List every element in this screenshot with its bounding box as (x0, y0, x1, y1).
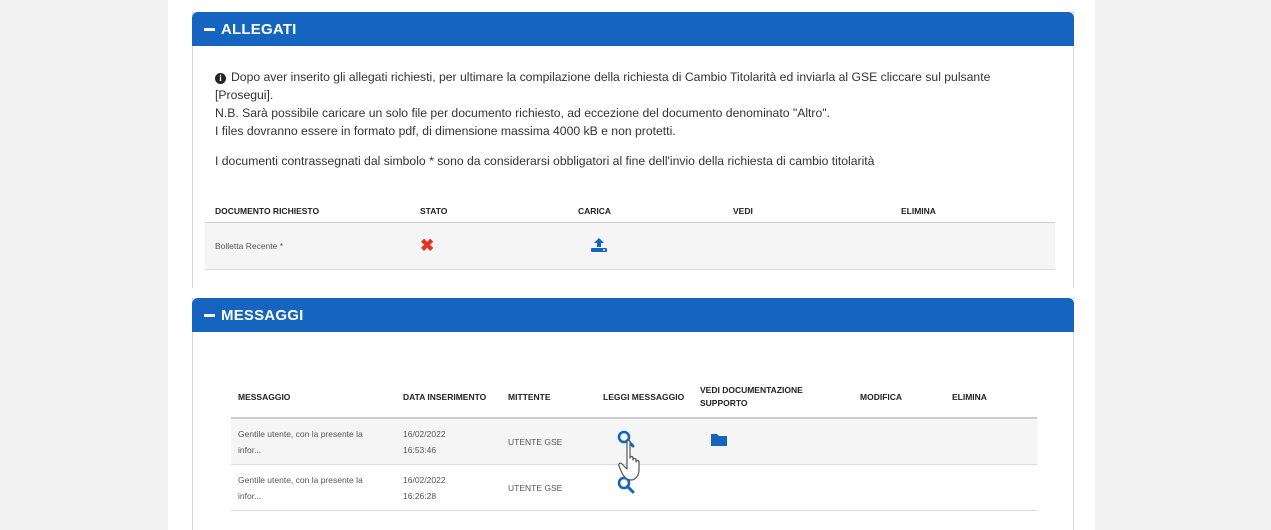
col-carica: CARICA (568, 200, 723, 223)
col-mittente: MITTENTE (501, 377, 596, 419)
data-inserimento: 16/02/2022 16:53:46 (396, 418, 501, 465)
documento-name: Bolletta Recente * (205, 222, 410, 270)
allegati-info: i Dopo aver inserito gli allegati richies… (193, 46, 1073, 170)
info-text-4: I files dovranno essere in formato pdf, … (215, 124, 676, 138)
table-header-row: MESSAGGIO DATA INSERIMENTO MITTENTE LEGG… (231, 377, 1037, 419)
allegati-header[interactable]: ALLEGATI (192, 12, 1074, 46)
col-data-inserimento: DATA INSERIMENTO (396, 377, 501, 419)
hand-cursor-icon (618, 439, 640, 481)
col-leggi-messaggio: LEGGI MESSAGGIO (596, 377, 693, 419)
documents-table: DOCUMENTO RICHIESTO STATO CARICA VEDI EL… (205, 200, 1055, 270)
messaggio-text: Gentile utente, con la presente la infor… (231, 418, 396, 465)
allegati-title: ALLEGATI (221, 20, 297, 38)
messaggi-panel: MESSAGGI MESSAGGIO DATA INSERIMENTO MITT… (192, 298, 1074, 530)
allegati-panel: ALLEGATI i Dopo aver inserito gli allegat… (192, 12, 1074, 288)
col-messaggio: MESSAGGIO (231, 377, 396, 419)
messaggi-header[interactable]: MESSAGGI (192, 298, 1074, 332)
col-vedi-documentazione: VEDI DOCUMENTAZIONE SUPPORTO (693, 377, 853, 419)
collapse-icon[interactable] (204, 313, 215, 317)
info-text-2: [Prosegui]. (215, 88, 274, 102)
col-stato: STATO (410, 200, 568, 223)
table-header-row: DOCUMENTO RICHIESTO STATO CARICA VEDI EL… (205, 200, 1055, 223)
info-icon: i (215, 73, 226, 84)
folder-icon[interactable] (710, 432, 728, 447)
info-text-3: N.B. Sarà possibile caricare un solo fil… (215, 106, 830, 120)
mittente: UTENTE GSE (501, 418, 596, 465)
col-vedi: VEDI (723, 200, 891, 223)
messaggi-title: MESSAGGI (221, 306, 304, 324)
upload-icon[interactable] (590, 237, 608, 253)
collapse-icon[interactable] (204, 27, 215, 31)
table-row: Bolletta Recente * ✖ (205, 222, 1055, 270)
col-elimina: ELIMINA (891, 200, 1055, 223)
data-inserimento: 16/02/2022 16:26:28 (396, 464, 501, 511)
info-text-5: I documenti contrassegnati dal simbolo *… (215, 154, 875, 168)
x-mark-icon: ✖ (420, 236, 435, 255)
messaggio-text: Gentile utente, con la presente la infor… (231, 464, 396, 511)
info-text-1: Dopo aver inserito gli allegati richiest… (231, 70, 991, 84)
col-documento: DOCUMENTO RICHIESTO (205, 200, 410, 223)
col-modifica: MODIFICA (853, 377, 945, 419)
col-elimina: ELIMINA (945, 377, 1037, 419)
mittente: UTENTE GSE (501, 464, 596, 511)
